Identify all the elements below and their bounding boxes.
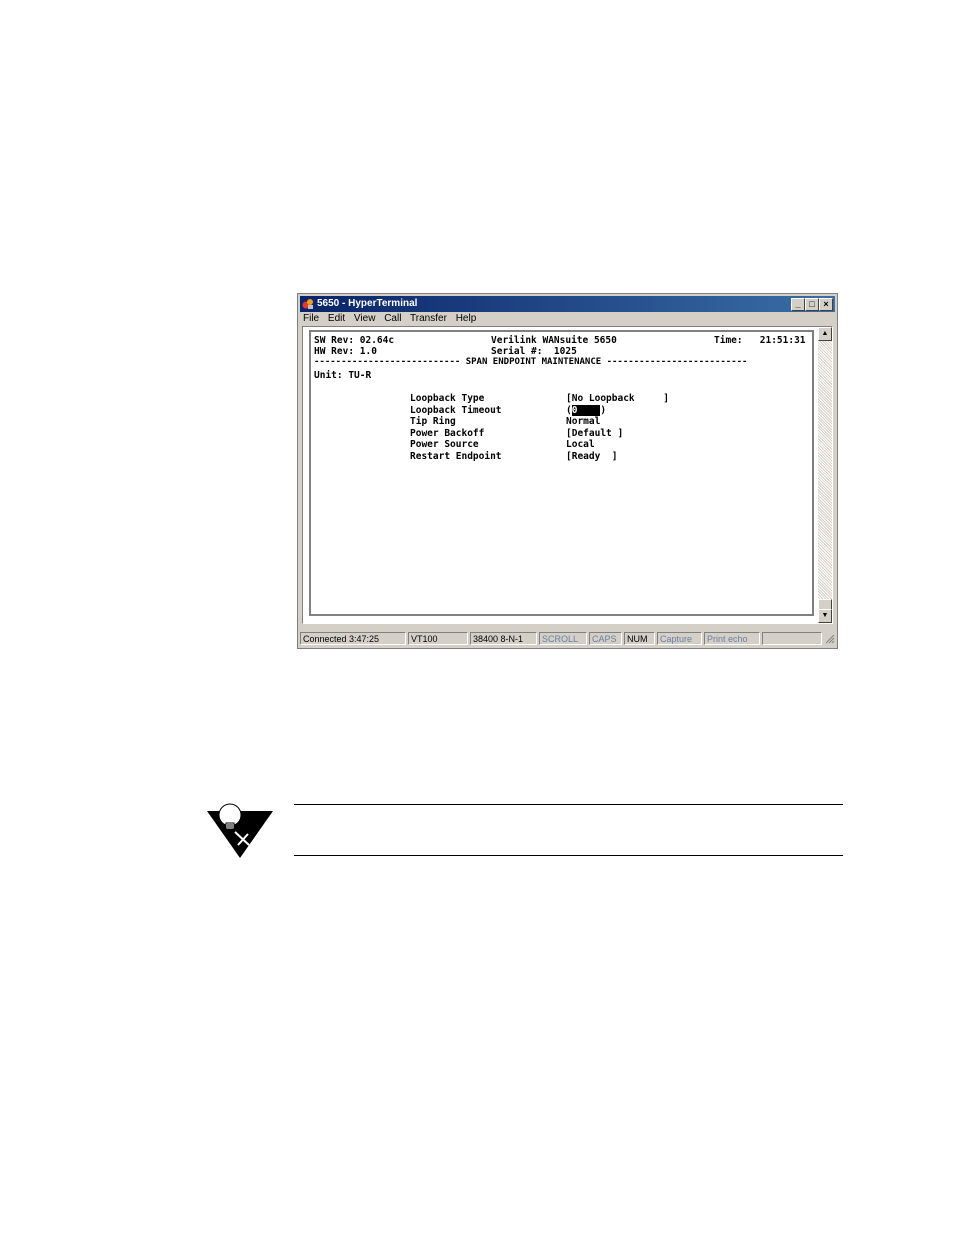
loopback-type-value[interactable]: [No Loopback ] bbox=[566, 393, 669, 404]
close-button[interactable]: × bbox=[819, 298, 833, 311]
hyperterminal-icon bbox=[302, 299, 313, 309]
tip-rule-top bbox=[294, 804, 843, 805]
clock: Time: 21:51:31 bbox=[714, 335, 806, 346]
status-print-echo: Print echo bbox=[704, 632, 760, 645]
sw-rev: SW Rev: 02.64c bbox=[314, 335, 395, 346]
field-label: Loopback Type bbox=[410, 393, 485, 404]
power-backoff-value[interactable]: [Default ] bbox=[566, 428, 623, 439]
tip-ring-value: Normal bbox=[566, 416, 601, 427]
product-name: Verilink WANsuite 5650 bbox=[491, 335, 617, 346]
field-label: Power Source bbox=[410, 439, 479, 450]
terminal-screen[interactable]: SW Rev: 02.64c HW Rev: 1.0 Verilink WANs… bbox=[309, 330, 814, 616]
menu-bar: File Edit View Call Transfer Help bbox=[303, 312, 482, 326]
restart-endpoint-value[interactable]: [Ready ] bbox=[566, 451, 617, 462]
menu-view[interactable]: View bbox=[354, 313, 376, 324]
hyperterminal-window: 5650 - HyperTerminal _ □ × File Edit Vie… bbox=[297, 293, 838, 649]
hw-rev: HW Rev: 1.0 bbox=[314, 346, 377, 357]
status-caps: CAPS bbox=[589, 632, 622, 645]
menu-call[interactable]: Call bbox=[384, 313, 401, 324]
tip-rule-bottom bbox=[294, 855, 843, 856]
status-connected: Connected 3:47:25 bbox=[300, 632, 406, 645]
menu-transfer[interactable]: Transfer bbox=[410, 313, 447, 324]
status-capture: Capture bbox=[657, 632, 702, 645]
unit-label: Unit: TU-R bbox=[314, 370, 372, 381]
status-scroll: SCROLL bbox=[539, 632, 587, 645]
scroll-down-icon[interactable]: ▼ bbox=[818, 609, 832, 623]
terminal-client-area[interactable]: SW Rev: 02.64c HW Rev: 1.0 Verilink WANs… bbox=[302, 326, 833, 624]
menu-help[interactable]: Help bbox=[456, 313, 477, 324]
field-label: Restart Endpoint bbox=[410, 451, 502, 462]
serial-number: Serial #: 1025 bbox=[491, 346, 577, 357]
vertical-scrollbar[interactable]: ▲ ▼ bbox=[818, 327, 832, 623]
status-settings: 38400 8-N-1 bbox=[470, 632, 537, 645]
field-label: Loopback Timeout bbox=[410, 405, 502, 416]
lightbulb-tip-icon bbox=[207, 803, 273, 858]
status-emulation: VT100 bbox=[408, 632, 468, 645]
field-label: Tip Ring bbox=[410, 416, 456, 427]
resize-grip-icon[interactable] bbox=[825, 634, 835, 644]
power-source-value: Local bbox=[566, 439, 595, 450]
scroll-up-icon[interactable]: ▲ bbox=[818, 327, 832, 341]
field-label: Power Backoff bbox=[410, 428, 485, 439]
loopback-timeout-field[interactable]: (0 ) bbox=[566, 405, 606, 416]
status-bar: Connected 3:47:25 VT100 38400 8-N-1 SCRO… bbox=[300, 632, 835, 646]
title-bar[interactable]: 5650 - HyperTerminal _ □ × bbox=[300, 296, 835, 312]
window-title: 5650 - HyperTerminal bbox=[317, 298, 418, 309]
minimize-button[interactable]: _ bbox=[791, 298, 805, 311]
screen-header: --------------------------- SPAN ENDPOIN… bbox=[314, 357, 748, 367]
loopback-timeout-input[interactable]: 0 bbox=[571, 405, 601, 416]
maximize-button[interactable]: □ bbox=[805, 298, 819, 311]
menu-edit[interactable]: Edit bbox=[328, 313, 345, 324]
menu-file[interactable]: File bbox=[303, 313, 319, 324]
status-num: NUM bbox=[624, 632, 655, 645]
status-empty bbox=[762, 632, 822, 645]
